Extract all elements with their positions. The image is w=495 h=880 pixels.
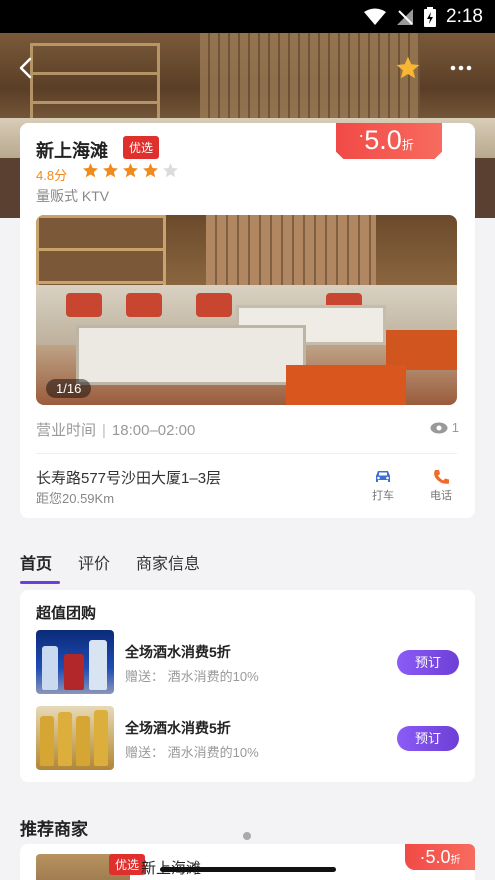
deal-image [36,706,114,770]
call-button[interactable]: 电话 [430,469,452,503]
clock: 2:18 [446,5,483,27]
phone-icon [434,470,449,484]
back-icon[interactable] [14,55,40,81]
view-count-value: 1 [451,420,459,435]
divider [36,453,457,454]
featured-badge: 优选 [109,854,146,875]
discount-unit: 折 [401,138,414,152]
battery-charging-icon [424,6,437,27]
wifi-icon [364,8,387,25]
shop-type: 量贩式 KTV [36,188,110,204]
tab-merchant-info[interactable]: 商家信息 [136,550,200,580]
view-count: 1 [430,420,459,435]
deal-gift: 赠送： 酒水消费的10% [125,669,259,684]
discount-tag: ·5.0折 [405,844,475,870]
status-bar: 2:18 [0,0,495,33]
scroll-indicator [243,832,251,840]
taxi-button[interactable]: 打车 [372,469,394,503]
deals-title: 超值团购 [36,605,97,622]
deal-item[interactable]: 全场酒水消费5折 赠送： 酒水消费的10% 预订 [36,706,459,770]
rating-stars [82,162,179,179]
discount-unit: 折 [450,855,461,866]
group-deals-card: 超值团购 全场酒水消费5折 赠送： 酒水消费的10% 预订 全场酒水消费5折 赠… [20,590,475,782]
page: 2:18 新上海滩 优选 4.8分 量贩式 KTV ·5.0折 1/16 营业时… [0,0,495,880]
deal-image [36,630,114,694]
recommended-title: 推荐商家 [20,820,88,839]
tab-home[interactable]: 首页 [20,550,61,584]
eye-icon [430,422,448,433]
deal-item[interactable]: 全场酒水消费5折 赠送： 酒水消费的10% 预订 [36,630,459,694]
shop-photo-carousel[interactable]: 1/16 [36,215,457,405]
star-filled-icon [143,163,158,178]
taxi-label: 打车 [372,490,394,502]
shop-distance: 距您20.59Km [36,491,115,506]
recommended-shop-card[interactable]: 优选 新上海滩 ·5.0折 [20,844,475,880]
deal-name: 全场酒水消费5折 [125,644,231,660]
home-indicator[interactable] [160,867,336,872]
business-hours: 营业时间 | 18:00–02:00 [36,419,195,440]
shop-info-card: 新上海滩 优选 4.8分 量贩式 KTV ·5.0折 1/16 营业时间 | 18:… [20,123,475,518]
shop-name: 新上海滩 [36,141,108,161]
hours-label: 营业时间 [36,422,97,439]
star-filled-icon [123,163,138,178]
discount-value: 5.0 [425,847,451,867]
discount-tag: ·5.0折 [336,123,442,163]
star-filled-icon [103,163,118,178]
star-empty-icon [163,163,178,178]
phone-label: 电话 [430,490,452,502]
hours-separator: | [102,422,106,439]
favorite-star-icon[interactable] [394,55,422,81]
more-icon[interactable] [448,55,474,81]
shop-address[interactable]: 长寿路577号沙田大厦1–3层 [36,467,221,488]
photo-counter: 1/16 [46,379,92,398]
book-button[interactable]: 预订 [397,726,459,751]
deal-name: 全场酒水消费5折 [125,720,231,736]
car-icon [376,471,390,482]
featured-badge: 优选 [123,136,160,159]
star-filled-icon [83,163,98,178]
hours-value: 18:00–02:00 [111,422,196,439]
tab-reviews[interactable]: 评价 [78,550,110,580]
rating-score: 4.8分 [36,168,68,183]
content-tabs: 首页 评价 商家信息 [20,550,200,584]
deal-gift: 赠送： 酒水消费的10% [125,745,259,760]
discount-value: 5.0 [364,125,402,155]
no-signal-icon [397,8,414,25]
book-button[interactable]: 预订 [397,650,459,675]
